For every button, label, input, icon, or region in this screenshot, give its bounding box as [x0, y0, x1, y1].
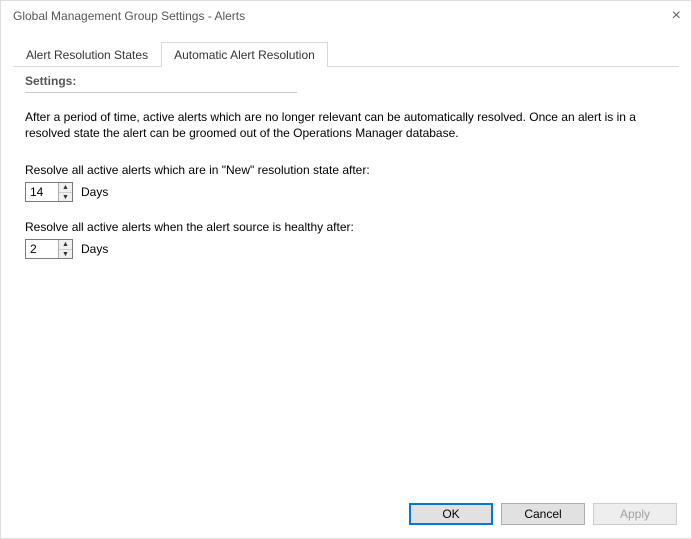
field2-spin-up[interactable]: ▲	[59, 240, 72, 250]
section-heading: Settings:	[25, 74, 667, 88]
window-title: Global Management Group Settings - Alert…	[13, 9, 245, 23]
field1-label: Resolve all active alerts which are in "…	[25, 163, 667, 177]
tab-label: Alert Resolution States	[26, 48, 148, 62]
field1-row: ▲ ▼ Days	[25, 182, 667, 202]
field2-row: ▲ ▼ Days	[25, 239, 667, 259]
tab-alert-resolution-states[interactable]: Alert Resolution States	[13, 42, 161, 67]
field2-spin-down[interactable]: ▼	[59, 250, 72, 259]
field1-spin-up[interactable]: ▲	[59, 183, 72, 193]
field2-spin-buttons: ▲ ▼	[58, 240, 72, 258]
tab-panel-automatic-alert-resolution: Settings: After a period of time, active…	[13, 67, 679, 493]
field2-spinner: ▲ ▼	[25, 239, 73, 259]
field1-spin-buttons: ▲ ▼	[58, 183, 72, 201]
field1-units: Days	[81, 185, 108, 199]
tab-label: Automatic Alert Resolution	[174, 48, 315, 62]
footer-buttons: OK Cancel Apply	[1, 493, 691, 539]
field1-input[interactable]	[26, 183, 58, 201]
tabstrip: Alert Resolution States Automatic Alert …	[13, 41, 679, 67]
settings-description: After a period of time, active alerts wh…	[25, 109, 655, 141]
field2-input[interactable]	[26, 240, 58, 258]
field1-spinner: ▲ ▼	[25, 182, 73, 202]
ok-button[interactable]: OK	[409, 503, 493, 525]
section-underline	[25, 92, 297, 93]
cancel-button[interactable]: Cancel	[501, 503, 585, 525]
tab-automatic-alert-resolution[interactable]: Automatic Alert Resolution	[161, 42, 328, 67]
field1-spin-down[interactable]: ▼	[59, 193, 72, 202]
close-icon[interactable]: ×	[641, 7, 681, 25]
field2-units: Days	[81, 242, 108, 256]
field2-label: Resolve all active alerts when the alert…	[25, 220, 667, 234]
apply-button: Apply	[593, 503, 677, 525]
titlebar: Global Management Group Settings - Alert…	[1, 1, 691, 31]
client-area: Alert Resolution States Automatic Alert …	[1, 31, 691, 493]
